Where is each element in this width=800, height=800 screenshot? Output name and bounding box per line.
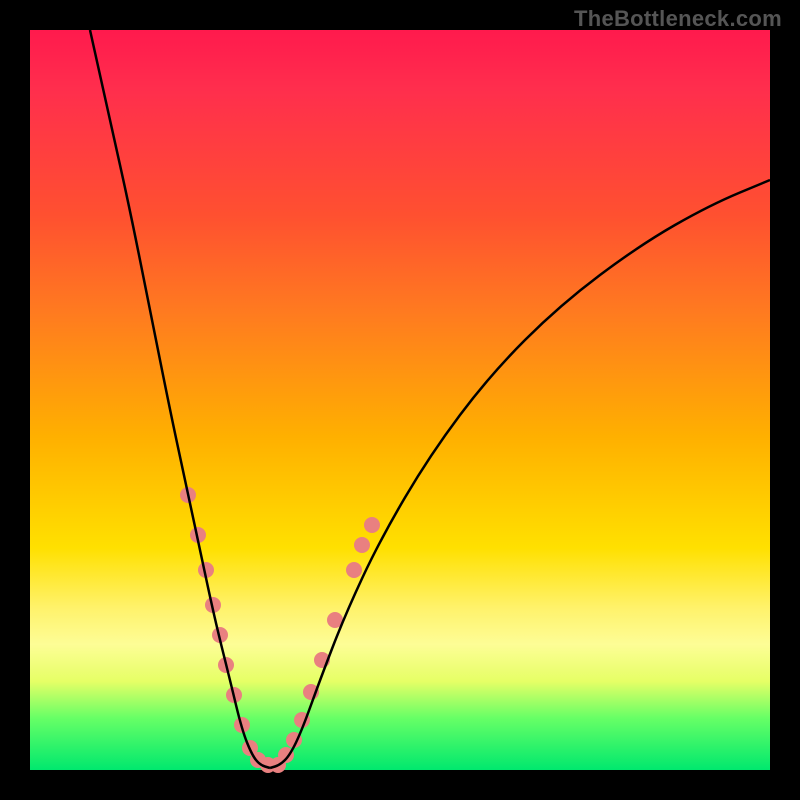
data-point-marker [354,537,370,553]
right-curve [270,180,770,768]
chart-frame: TheBottleneck.com [0,0,800,800]
curve-layer [30,30,770,770]
left-curve [90,30,270,768]
data-point-marker [346,562,362,578]
data-point-marker [364,517,380,533]
data-markers [180,487,380,773]
watermark-text: TheBottleneck.com [574,6,782,32]
plot-area [30,30,770,770]
